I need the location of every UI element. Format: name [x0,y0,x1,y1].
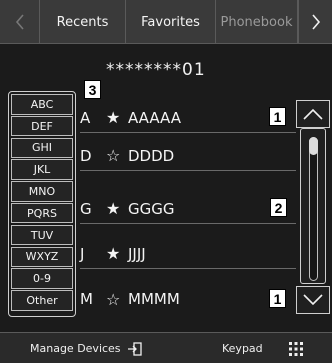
favorite-star-icon[interactable]: ★ [106,244,128,263]
manage-devices-button[interactable]: Manage Devices [30,333,143,363]
chevron-up-icon [303,108,323,120]
section-letter: M [80,290,93,308]
chevron-right-icon [311,14,320,30]
favorite-star-icon[interactable]: ☆ [106,290,128,309]
bottom-bar: Manage Devices Keypad [0,332,332,363]
tab-recents[interactable]: Recents [40,0,126,44]
favorite-star-icon[interactable]: ★ [106,199,128,218]
tab-phonebook[interactable]: Phonebook [216,0,298,44]
scroll-up-button[interactable] [296,100,330,128]
chevron-down-icon [303,294,323,306]
contact-row[interactable]: G ★ GGGG [80,194,296,224]
index-def[interactable]: DEF [11,115,73,137]
index-jkl[interactable]: JKL [11,159,73,180]
callout-label: 3 [84,80,101,99]
scroll-down-button[interactable] [296,286,330,314]
contact-name: DDDD [128,146,175,165]
index-wxyz[interactable]: WXYZ [11,246,73,268]
keypad-grid-icon [288,341,303,356]
tab-favorites[interactable]: Favorites [126,0,216,44]
scrollbar-thumb[interactable] [309,137,318,155]
favorite-star-icon[interactable]: ☆ [106,146,128,165]
keypad-button[interactable]: Keypad [222,333,303,363]
index-tuv[interactable]: TUV [11,224,73,246]
section-letter: G [80,199,92,218]
tab-next-button[interactable] [298,0,332,44]
index-abc[interactable]: ABC [11,94,73,115]
index-0-9[interactable]: 0-9 [11,268,73,289]
index-ghi[interactable]: GHI [11,137,73,159]
section-letter: A [80,108,91,127]
alphabet-index: ABC DEF GHI JKL MNO PQRS TUV WXYZ 0-9 Ot… [8,91,76,317]
contact-name: GGGG [128,199,175,218]
contact-name: MMMM [128,290,180,308]
section-letter: D [80,146,92,165]
contact-name: JJJJ [128,244,146,263]
favorite-star-icon[interactable]: ★ [106,108,128,127]
section-letter: J [80,244,85,263]
contact-row[interactable]: J ★ JJJJ [80,239,296,269]
device-link-icon [127,341,142,356]
manage-devices-label: Manage Devices [30,342,121,355]
contact-name: AAAAA [128,108,181,127]
contact-row[interactable]: D ☆ DDDD [80,141,296,171]
keypad-label: Keypad [222,342,263,355]
chevron-left-icon [15,14,24,30]
contact-row[interactable]: M ☆ MMMM [80,284,296,314]
scrollbar-track[interactable] [300,128,326,284]
index-other[interactable]: Other [11,290,73,311]
tab-prev-button[interactable] [0,0,40,44]
contact-row[interactable]: A ★ AAAAA [80,103,296,133]
dialed-number: ********01 [106,60,206,80]
index-pqrs[interactable]: PQRS [11,202,73,224]
scrollbar[interactable] [309,137,318,281]
tab-bar: Recents Favorites Phonebook [0,0,332,44]
index-mno[interactable]: MNO [11,181,73,202]
